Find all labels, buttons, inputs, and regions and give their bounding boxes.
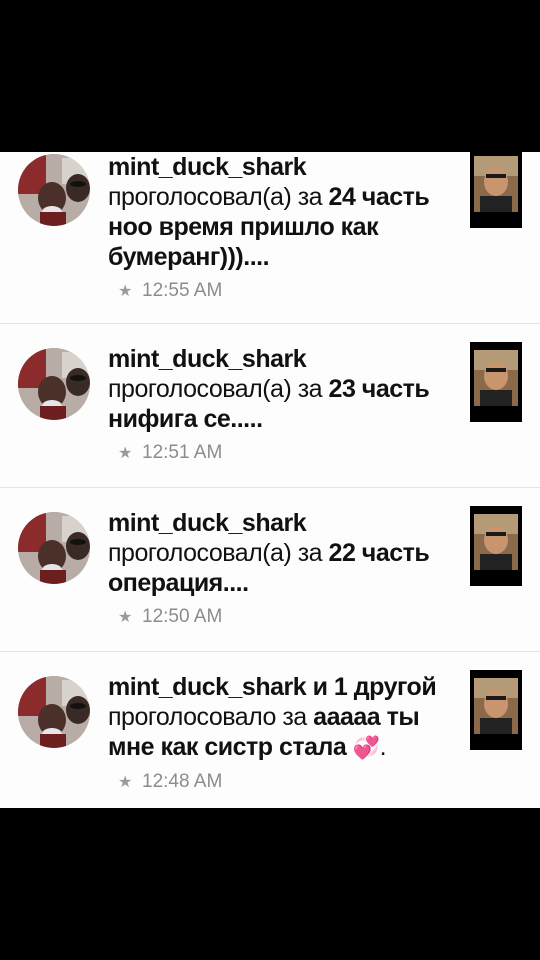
screen: mint_duck_shark проголосовал(а) за 24 ча… (0, 0, 540, 960)
chapter-link[interactable]: ааааа ты (313, 703, 420, 731)
chapter-link[interactable]: 22 часть (329, 539, 430, 567)
timestamp: 12:48 AM (142, 771, 223, 792)
notification-text: проголосовало за ааааа ты мне как систр … (108, 703, 420, 761)
avatar-photo (18, 154, 90, 226)
timestamp-row: ★ 12:50 AM (108, 606, 453, 628)
story-cover (474, 156, 518, 212)
story-cover (474, 678, 518, 734)
story-thumbnail[interactable] (470, 152, 522, 228)
chapter-title[interactable]: ноо время пришло как бумеранг))).... (108, 213, 379, 271)
user-avatar[interactable] (18, 154, 90, 226)
story-cover (474, 514, 518, 570)
notification-text: проголосовал(а) за 22 часть операция.... (108, 539, 430, 597)
notification-text: проголосовал(а) за 23 часть нифига се...… (108, 375, 430, 433)
user-avatar[interactable] (18, 512, 90, 584)
star-icon: ★ (118, 774, 133, 791)
username[interactable]: mint_duck_shark (108, 152, 453, 182)
username[interactable]: mint_duck_shark (108, 344, 453, 374)
story-thumbnail[interactable] (470, 342, 522, 422)
chapter-title[interactable]: мне как систр стала (108, 733, 347, 761)
avatar-photo (18, 348, 90, 420)
two-hearts-icon: 💞 (352, 735, 380, 760)
timestamp-row: ★ 12:51 AM (108, 442, 453, 464)
chapter-title[interactable]: операция.... (108, 569, 249, 597)
timestamp: 12:55 AM (142, 280, 223, 301)
notification-text: проголосовал(а) за 24 часть ноо время пр… (108, 183, 430, 271)
star-icon: ★ (118, 445, 133, 462)
story-cover (474, 350, 518, 406)
story-thumbnail[interactable] (470, 506, 522, 586)
notification-item[interactable]: mint_duck_shark проголосовал(а) за 24 ча… (0, 152, 540, 324)
notification-item[interactable]: mint_duck_shark и 1 другой проголосовало… (0, 652, 540, 808)
username[interactable]: mint_duck_shark и 1 другой (108, 672, 453, 702)
timestamp: 12:50 AM (142, 606, 223, 627)
star-icon: ★ (118, 609, 133, 626)
story-thumbnail[interactable] (470, 670, 522, 750)
timestamp-row: ★ 12:55 AM (108, 280, 453, 302)
notification-feed: mint_duck_shark проголосовал(а) за 24 ча… (0, 152, 540, 808)
timestamp: 12:51 AM (142, 442, 223, 463)
username[interactable]: mint_duck_shark (108, 508, 453, 538)
avatar-photo (18, 676, 90, 748)
others-count: и 1 другой (312, 673, 437, 701)
chapter-title[interactable]: нифига се..... (108, 405, 263, 433)
user-avatar[interactable] (18, 348, 90, 420)
star-icon: ★ (118, 283, 133, 300)
user-avatar[interactable] (18, 676, 90, 748)
notification-item[interactable]: mint_duck_shark проголосовал(а) за 23 ча… (0, 324, 540, 488)
chapter-link[interactable]: 23 часть (329, 375, 430, 403)
chapter-link[interactable]: 24 часть (329, 183, 430, 211)
timestamp-row: ★ 12:48 AM (108, 771, 453, 793)
notification-item[interactable]: mint_duck_shark проголосовал(а) за 22 ча… (0, 488, 540, 652)
avatar-photo (18, 512, 90, 584)
